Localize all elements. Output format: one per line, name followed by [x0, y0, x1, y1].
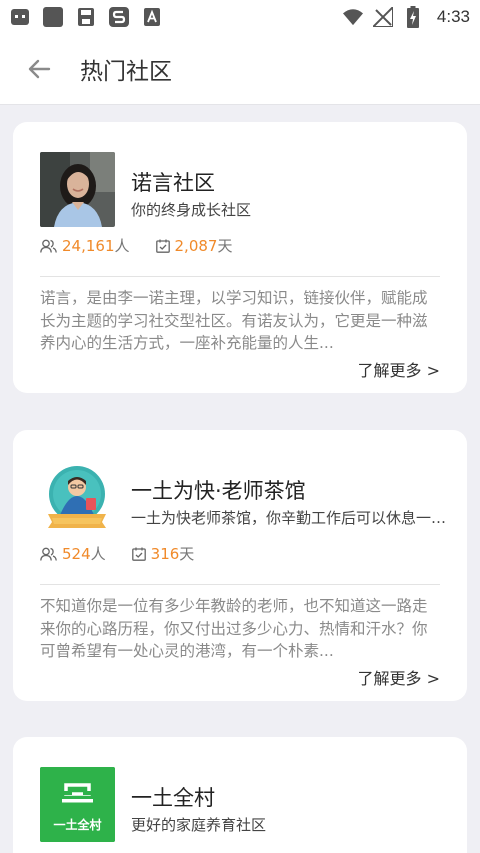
- community-subtitle: 你的终身成长社区: [131, 201, 252, 219]
- days-unit: 天: [217, 237, 233, 255]
- calendar-check-icon: [131, 547, 146, 561]
- back-button[interactable]: [22, 52, 56, 86]
- battery-charging-icon: [403, 5, 423, 28]
- status-bar-left: [10, 6, 162, 27]
- wifi-icon: [342, 7, 363, 27]
- members-icon: [40, 239, 57, 253]
- calendar-check-icon: [155, 239, 170, 253]
- community-name: 一土为快·老师茶馆: [131, 479, 306, 503]
- a-app-icon: [142, 7, 162, 27]
- members-icon: [40, 547, 57, 561]
- members-count: 524: [62, 544, 91, 563]
- community-card-teacher-teahouse[interactable]: 一土为快·老师茶馆 一土为快老师茶馆，你辛勤工作后可以休息一下的地方 524人 …: [13, 430, 467, 701]
- app-notification-icon: [10, 7, 30, 27]
- community-subtitle: 更好的家庭养育社区: [131, 816, 267, 834]
- logo-text: 一土全村: [53, 818, 102, 832]
- community-card-yitu-village[interactable]: 一土全村 一土全村 更好的家庭养育社区: [13, 737, 467, 853]
- card-divider: [40, 276, 440, 277]
- community-subtitle: 一土为快老师茶馆，你辛勤工作后可以休息一下的地方: [131, 509, 451, 527]
- page-title: 热门社区: [80, 58, 172, 85]
- card-divider: [40, 584, 440, 585]
- days-count: 2,087: [174, 236, 218, 255]
- community-description: 不知道你是一位有多少年教龄的老师，也不知道这一路走来你的心路历程，你又付出过多少…: [40, 597, 428, 660]
- days-stat: 2,087 天: [155, 235, 233, 256]
- members-unit: 人: [90, 545, 106, 563]
- community-card-nuoyan[interactable]: 诺言社区 你的终身成长社区 24,161 人 2,087 天 诺言，是由李一诺主理，…: [13, 122, 467, 393]
- community-description: 诺言，是由李一诺主理，以学习知识，链接伙伴，赋能成长为主题的学习社交型社区。有诺…: [40, 289, 428, 352]
- members-stat: 524 人: [40, 543, 106, 564]
- community-avatar: [40, 460, 115, 535]
- status-bar-right: 4:33: [342, 5, 470, 28]
- top-app-bar: 热门社区: [0, 33, 480, 105]
- community-avatar: [40, 152, 115, 227]
- no-signal-icon: [372, 6, 393, 27]
- community-name: 一土全村: [131, 786, 215, 810]
- gallery-icon: [43, 6, 63, 27]
- community-name: 诺言社区: [131, 171, 215, 195]
- members-unit: 人: [114, 237, 130, 255]
- status-bar: 4:33: [0, 0, 480, 33]
- status-time: 4:33: [436, 6, 470, 26]
- learn-more-link[interactable]: 了解更多 >: [358, 357, 441, 381]
- community-stats: 24,161 人 2,087 天: [40, 235, 232, 256]
- days-count: 316: [150, 544, 180, 563]
- arrow-left-icon: [28, 59, 51, 78]
- days-unit: 天: [179, 545, 195, 563]
- days-stat: 316 天: [131, 543, 195, 564]
- learn-more-link[interactable]: 了解更多 >: [358, 665, 441, 689]
- community-logo: 一土全村: [40, 767, 115, 842]
- community-stats: 524 人 316 天: [40, 543, 194, 564]
- s-app-icon: [109, 6, 129, 27]
- members-count: 24,161: [62, 236, 115, 255]
- save-icon: [76, 7, 96, 27]
- members-stat: 24,161 人: [40, 235, 130, 256]
